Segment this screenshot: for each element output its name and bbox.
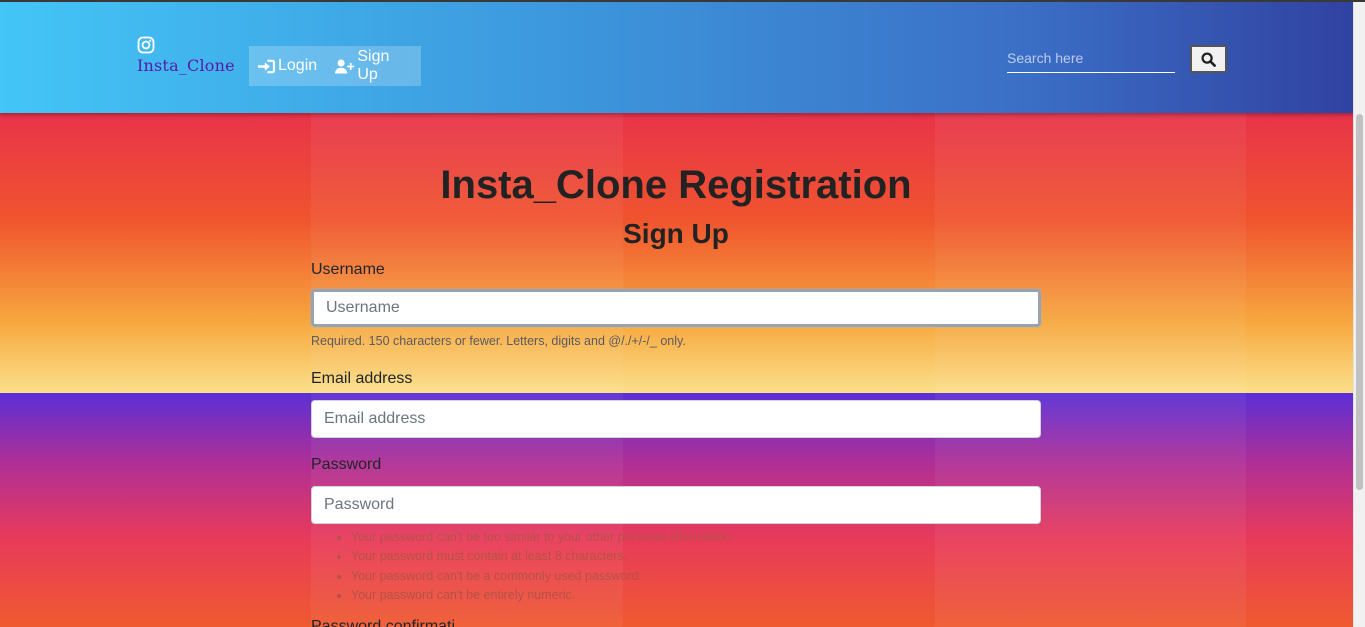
email-field[interactable] [311,400,1041,438]
search-icon [1201,51,1216,67]
scrollbar[interactable] [1353,2,1365,627]
password-confirmation-label: Password confirmati [311,618,456,627]
scrollbar-thumb[interactable] [1356,114,1363,490]
username-help: Required. 150 characters or fewer. Lette… [311,334,686,348]
page: Insta_Clone Login Sign Up Search here In… [0,0,1365,627]
password-help-item: Your password can't be a commonly used p… [351,567,734,586]
search-button[interactable] [1190,45,1227,73]
signup-label: Sign Up [357,48,390,83]
password-help-item: Your password can't be entirely numeric. [351,586,734,605]
navbar: Insta_Clone Login Sign Up [0,2,1365,113]
username-field[interactable] [311,289,1041,327]
page-title: Insta_Clone Registration [440,163,912,207]
brand-name[interactable]: Insta_Clone [137,56,235,75]
page-subtitle: Sign Up [623,218,729,249]
nav-links: Login Sign Up [249,46,421,86]
login-link[interactable]: Login [249,57,326,75]
password-field[interactable] [311,486,1041,524]
instagram-icon [137,36,155,54]
password-help-list: Your password can't be too similar to yo… [334,528,734,605]
username-label: Username [311,261,385,278]
signup-link[interactable]: Sign Up [326,48,421,84]
sign-in-icon [258,59,275,73]
email-label: Email address [311,370,413,387]
user-plus-icon [335,59,355,73]
password-label: Password [311,456,382,473]
password-help-item: Your password must contain at least 8 ch… [351,547,734,566]
search-input[interactable] [1007,44,1175,73]
brand[interactable]: Insta_Clone [137,36,235,75]
password-help-item: Your password can't be too similar to yo… [351,528,734,547]
login-label: Login [278,57,318,74]
